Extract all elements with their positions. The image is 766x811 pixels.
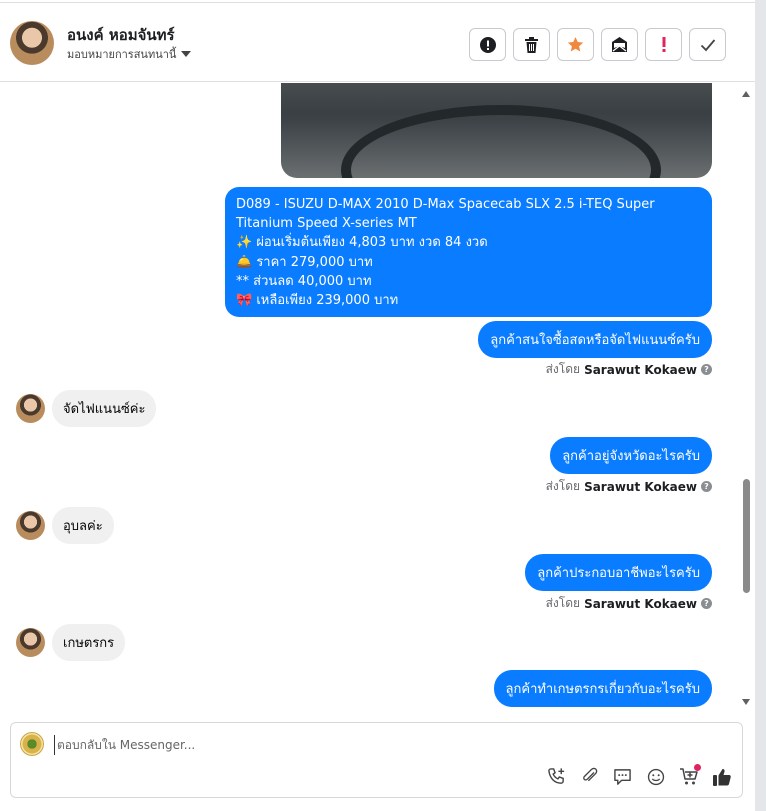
star-button[interactable] (557, 28, 594, 61)
call-add-icon (548, 768, 565, 784)
assign-conversation-dropdown[interactable]: มอบหมายการสนทนานี้ (67, 45, 192, 63)
header-actions (469, 28, 726, 61)
assign-label: มอบหมายการสนทนานี้ (67, 48, 177, 61)
product-line-2: Titanium Speed X-series MT (236, 216, 417, 232)
sent-by-label: ส่งโดย Sarawut Kokaew ? (546, 360, 712, 379)
product-line-6: 🎀 เหลือเพียง 239,000 บาท (236, 293, 399, 309)
conversation-panel: อนงค์ หอมจันทร์ มอบหมายการสนทนานี้ D089 … (0, 0, 755, 811)
help-icon[interactable]: ? (701, 481, 712, 492)
scroll-down-arrow-icon[interactable] (742, 699, 750, 705)
contact-name[interactable]: อนงค์ หอมจันทร์ (67, 23, 175, 47)
delete-button[interactable] (513, 28, 550, 61)
window-edge (755, 0, 766, 811)
smiley-icon (647, 768, 664, 785)
like-button[interactable] (711, 766, 732, 787)
caret-down-icon (181, 51, 192, 57)
product-line-3: ✨ ผ่อนเริ่มต้นเพียง 4,803 บาท งวด 84 งวด (236, 235, 488, 251)
outgoing-message: ลูกค้าอยู่จังหวัดอะไรครับ (550, 437, 712, 474)
message-thread: D089 - ISUZU D-MAX 2010 D-Max Spacecab S… (0, 83, 755, 715)
sent-by-label: ส่งโดย Sarawut Kokaew ? (546, 594, 712, 613)
scroll-thumb[interactable] (743, 479, 750, 593)
contact-avatar[interactable] (10, 21, 54, 65)
paperclip-icon (582, 767, 597, 782)
composer-tools (546, 764, 732, 787)
contact-avatar-small (16, 394, 45, 423)
follow-up-button[interactable] (645, 28, 682, 61)
call-add-button[interactable] (546, 766, 567, 787)
product-line-5: ** ส่วนลด 40,000 บาท (236, 273, 372, 289)
outgoing-message: ลูกค้าประกอบอาชีพอะไรครับ (525, 554, 712, 591)
thread-scrollbar[interactable] (737, 83, 755, 715)
add-to-cart-button[interactable] (678, 764, 701, 787)
help-icon[interactable]: ? (701, 364, 712, 375)
incoming-message: จัดไฟแนนซ์ค่ะ (52, 390, 157, 427)
sent-by-label: ส่งโดย Sarawut Kokaew ? (546, 477, 712, 496)
incoming-message: เกษตรกร (52, 624, 126, 661)
mark-spam-button[interactable] (469, 28, 506, 61)
outgoing-product-message: D089 - ISUZU D-MAX 2010 D-Max Spacecab S… (225, 187, 712, 317)
reply-composer (10, 722, 743, 798)
outgoing-message: ลูกค้าทำเกษตรกรเกี่ยวกับอะไรครับ (493, 670, 712, 707)
conversation-header: อนงค์ หอมจันทร์ มอบหมายการสนทนานี้ (0, 2, 755, 82)
trash-icon (525, 36, 538, 53)
page-avatar (20, 732, 44, 756)
checkmark-icon (700, 38, 715, 51)
contact-avatar-small (16, 511, 45, 540)
alert-circle-icon (479, 36, 496, 53)
product-line-1: D089 - ISUZU D-MAX 2010 D-Max Spacecab S… (236, 197, 655, 212)
saved-replies-button[interactable] (612, 766, 633, 787)
attach-button[interactable] (579, 766, 600, 787)
scroll-up-arrow-icon[interactable] (742, 91, 750, 97)
exclamation-icon (662, 37, 665, 52)
contact-avatar-small (16, 628, 45, 657)
chat-bubble-icon (614, 768, 631, 785)
thumbs-up-icon (712, 768, 731, 786)
outgoing-message: ลูกค้าสนใจซื้อสดหรือจัดไฟแนนซ์ครับ (478, 321, 712, 358)
incoming-message: อุบลค่ะ (52, 507, 114, 544)
reply-input[interactable] (54, 735, 654, 755)
notification-dot (694, 764, 701, 771)
star-icon (567, 37, 584, 52)
emoji-button[interactable] (645, 766, 666, 787)
product-line-4: 🛎️ ราคา 279,000 บาท (236, 254, 373, 270)
attached-car-photo[interactable] (281, 83, 712, 178)
envelope-icon (612, 37, 627, 52)
mark-unread-button[interactable] (601, 28, 638, 61)
help-icon[interactable]: ? (701, 598, 712, 609)
mark-done-button[interactable] (689, 28, 726, 61)
